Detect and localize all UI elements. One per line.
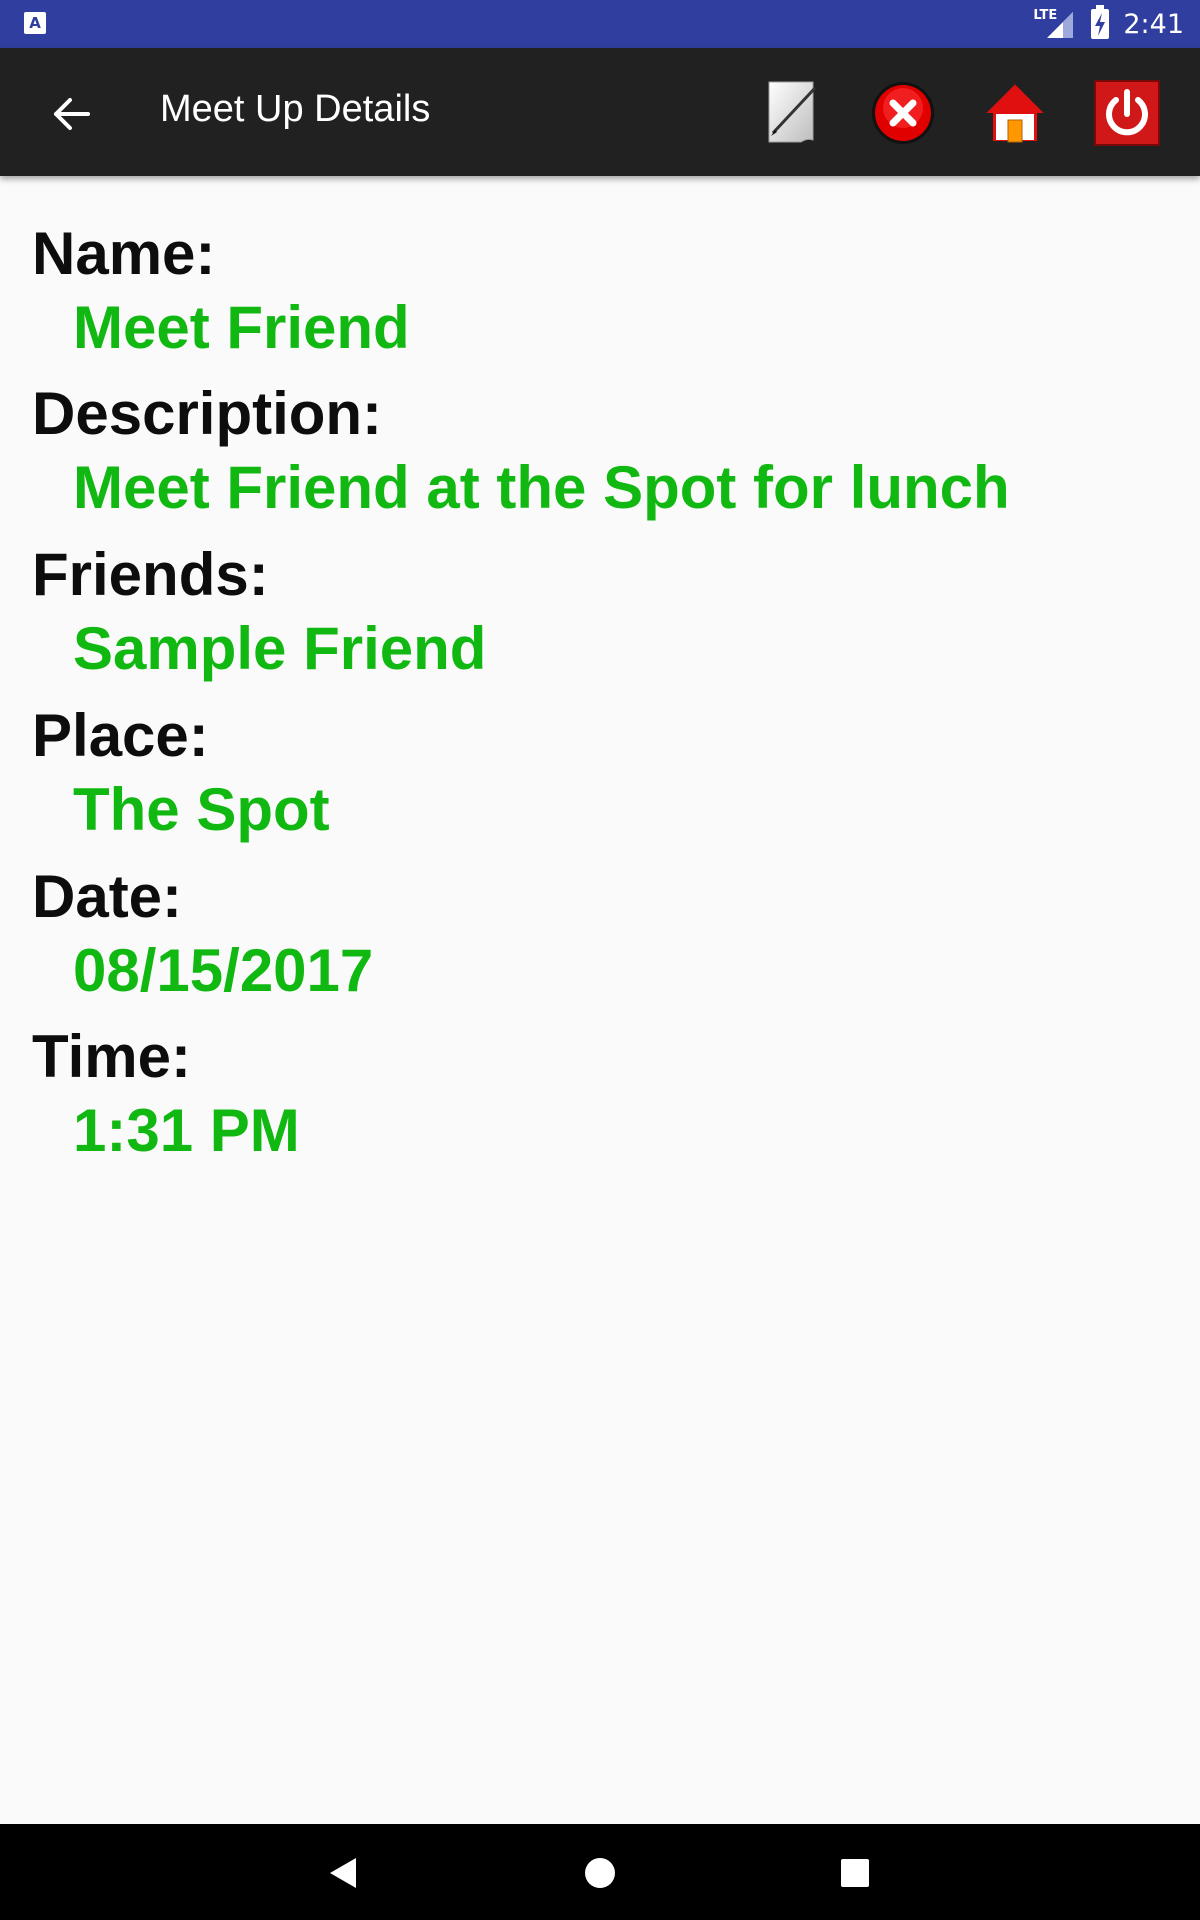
friends-value: Sample Friend xyxy=(73,615,487,682)
back-button[interactable] xyxy=(40,82,104,146)
friends-label: Friends: xyxy=(32,541,269,608)
app-icon-letter: A xyxy=(29,13,41,32)
name-value: Meet Friend xyxy=(73,294,410,361)
app-notification-icon: A xyxy=(24,12,46,34)
edit-button[interactable] xyxy=(757,78,827,148)
time-label: Time: xyxy=(32,1023,191,1090)
friends-field: Friends: Sample Friend xyxy=(32,539,486,687)
red-close-icon xyxy=(872,82,934,144)
lte-signal-icon: LTE xyxy=(1033,8,1077,40)
description-label: Description: xyxy=(32,380,383,447)
time-value: 1:31 PM xyxy=(73,1097,300,1164)
place-field: Place: The Spot xyxy=(32,700,330,848)
date-field: Date: 08/15/2017 xyxy=(32,861,373,1009)
power-icon xyxy=(1094,80,1160,146)
nav-recents-button[interactable] xyxy=(830,1848,880,1898)
arrow-left-icon xyxy=(54,98,90,130)
page-title: Meet Up Details xyxy=(160,88,431,130)
date-label: Date: xyxy=(32,863,183,930)
place-value: The Spot xyxy=(73,776,330,843)
meetup-details: Name: Meet Friend Description: Meet Frie… xyxy=(0,176,1200,1824)
app-toolbar: Meet Up Details xyxy=(0,48,1200,176)
place-label: Place: xyxy=(32,702,209,769)
status-time: 2:41 xyxy=(1123,8,1184,40)
system-nav-bar xyxy=(0,1824,1200,1920)
nav-home-button[interactable] xyxy=(575,1848,625,1898)
description-field: Description: Meet Friend at the Spot for… xyxy=(32,378,1010,526)
delete-button[interactable] xyxy=(868,78,938,148)
power-button[interactable] xyxy=(1092,78,1162,148)
notepad-pencil-icon xyxy=(768,81,817,143)
nav-recents-icon xyxy=(841,1859,869,1887)
description-value: Meet Friend at the Spot for lunch xyxy=(73,454,1010,521)
name-field: Name: Meet Friend xyxy=(32,218,410,366)
date-value: 08/15/2017 xyxy=(73,937,374,1004)
nav-home-icon xyxy=(585,1858,615,1888)
status-icons: LTE 2:41 xyxy=(1033,0,1184,48)
home-button[interactable] xyxy=(980,78,1050,148)
time-field: Time: 1:31 PM xyxy=(32,1021,300,1169)
name-label: Name: xyxy=(32,220,216,287)
status-bar: A LTE 2:41 xyxy=(0,0,1200,48)
nav-back-button[interactable] xyxy=(320,1848,370,1898)
house-icon xyxy=(981,81,1049,143)
signal-bars-icon xyxy=(1047,12,1074,38)
nav-back-icon xyxy=(330,1858,356,1888)
battery-charging-icon xyxy=(1091,5,1110,39)
